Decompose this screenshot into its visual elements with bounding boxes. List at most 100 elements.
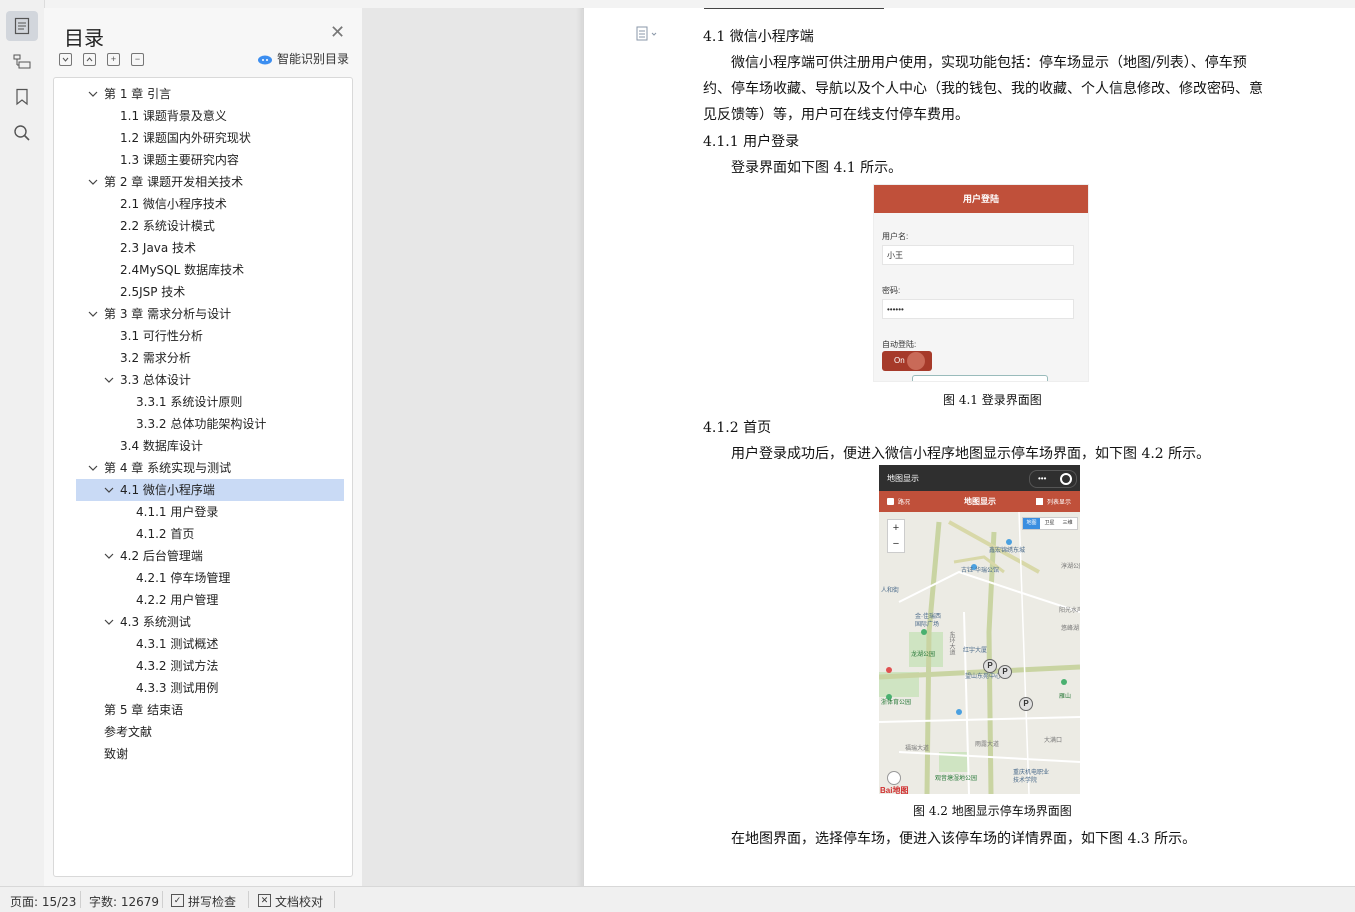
toc-item[interactable]: 4.2.2 用户管理 xyxy=(76,589,344,611)
word-count[interactable]: 字数: 12679 xyxy=(89,893,159,910)
nav-left-label: 路况 xyxy=(898,500,911,506)
toc-item-label: 4.1.1 用户登录 xyxy=(136,505,219,519)
toc-item-label: 4.1.2 首页 xyxy=(136,527,195,541)
toc-item[interactable]: 3.3 总体设计 xyxy=(76,369,344,391)
toc-item[interactable]: 2.1 微信小程序技术 xyxy=(76,193,344,215)
toc-item[interactable]: 1.3 课题主要研究内容 xyxy=(76,149,344,171)
toc-item-label: 1.1 课题背景及意义 xyxy=(120,109,227,123)
toc-item-label: 1.3 课题主要研究内容 xyxy=(120,153,239,167)
toc-item[interactable]: 2.5JSP 技术 xyxy=(76,281,344,303)
chevron-down-icon[interactable] xyxy=(104,479,114,501)
toc-item[interactable]: 参考文献 xyxy=(76,721,344,743)
toc-item[interactable]: 第 4 章 系统实现与测试 xyxy=(76,457,344,479)
close-icon[interactable]: ✕ xyxy=(330,22,345,43)
toc-item[interactable]: 第 5 章 结束语 xyxy=(76,699,344,721)
mode-satellite: 卫星 xyxy=(1044,520,1055,526)
map-label: 浙体育公园 xyxy=(881,700,912,706)
toc-item[interactable]: 第 3 章 需求分析与设计 xyxy=(76,303,344,325)
workspace-background xyxy=(362,8,582,886)
toc-item-label: 4.2.1 停车场管理 xyxy=(136,571,231,585)
parking-marker: P xyxy=(998,665,1012,679)
toc-item[interactable]: 3.2 需求分析 xyxy=(76,347,344,369)
heading-4-1-2: 4.1.2 首页 xyxy=(703,420,772,436)
toc-item-label: 2.4MySQL 数据库技术 xyxy=(120,263,245,277)
doc-proof-icon[interactable]: ✕ xyxy=(258,894,271,907)
expand-up-icon[interactable] xyxy=(83,53,96,66)
spell-check-button[interactable]: 拼写检查 xyxy=(188,893,236,910)
toc-item[interactable]: 3.3.2 总体功能架构设计 xyxy=(76,413,344,435)
login-screenshot-figure: 用户登陆 用户名: 小王 密码: •••••• 自动登陆: On xyxy=(873,184,1089,382)
toc-item[interactable]: 4.1.1 用户登录 xyxy=(76,501,344,523)
map-label: 雁山 xyxy=(1059,694,1072,700)
add-level-icon[interactable]: + xyxy=(107,53,120,66)
auto-login-label: 自动登陆: xyxy=(882,340,917,349)
doc-proof-button[interactable]: 文档校对 xyxy=(275,893,323,910)
toc-item[interactable]: 4.2 后台管理端 xyxy=(76,545,344,567)
toc-item[interactable]: 4.1.2 首页 xyxy=(76,523,344,545)
chevron-down-icon[interactable] xyxy=(104,545,114,567)
toc-item-label: 4.3.2 测试方法 xyxy=(136,659,219,673)
password-field: •••••• xyxy=(882,299,1074,319)
navigation-rail xyxy=(0,0,45,886)
map-label: 大满口 xyxy=(1044,738,1063,744)
toc-item-selected[interactable]: 4.1 微信小程序端 xyxy=(76,479,344,501)
toc-item[interactable]: 1.1 课题背景及意义 xyxy=(76,105,344,127)
paragraph-marker[interactable] xyxy=(636,26,660,45)
toc-item[interactable]: 2.2 系统设计模式 xyxy=(76,215,344,237)
toc-item[interactable]: 4.3.2 测试方法 xyxy=(76,655,344,677)
capsule-menu: ••• xyxy=(1029,470,1077,488)
chapter-nav-button[interactable] xyxy=(6,46,38,76)
chevron-down-icon[interactable] xyxy=(88,457,98,479)
clipped-heading xyxy=(704,8,904,10)
list-icon xyxy=(1036,498,1043,505)
toc-item[interactable]: 4.3.3 测试用例 xyxy=(76,677,344,699)
toc-item[interactable]: 2.4MySQL 数据库技术 xyxy=(76,259,344,281)
toc-item[interactable]: 2.3 Java 技术 xyxy=(76,237,344,259)
traffic-icon xyxy=(887,498,894,505)
locate-icon xyxy=(887,771,901,785)
toc-item[interactable]: 4.3 系统测试 xyxy=(76,611,344,633)
toc-item-label: 4.3 系统测试 xyxy=(120,615,191,629)
username-label: 用户名: xyxy=(882,232,909,241)
chevron-down-icon[interactable] xyxy=(88,303,98,325)
map-label: 国际广场 xyxy=(915,622,940,628)
toc-item[interactable]: 1.2 课题国内外研究现状 xyxy=(76,127,344,149)
spell-check-icon[interactable]: ✓ xyxy=(171,894,184,907)
toc-item[interactable]: 4.2.1 停车场管理 xyxy=(76,567,344,589)
toc-panel-button[interactable] xyxy=(6,11,38,41)
chevron-down-icon[interactable] xyxy=(104,369,114,391)
toc-item[interactable]: 4.3.1 测试概述 xyxy=(76,633,344,655)
search-button[interactable] xyxy=(6,118,38,148)
toc-item-label: 第 1 章 引言 xyxy=(104,87,172,101)
toc-item[interactable]: 3.3.1 系统设计原则 xyxy=(76,391,344,413)
map-label: 淳湖公园 xyxy=(1061,564,1080,570)
collapse-all-icon[interactable] xyxy=(59,53,72,66)
map-screenshot-figure: 地图显示 ••• 路况 地图显示 列表显示 地图 卫星 三维 + − 鑫宏锦绣东… xyxy=(879,465,1080,794)
toc-item[interactable]: 3.4 数据库设计 xyxy=(76,435,344,457)
login-title-bar: 用户登陆 xyxy=(874,185,1088,213)
page-count[interactable]: 页面: 15/23 xyxy=(10,893,76,910)
document-page[interactable]: 4.1 微信小程序端 微信小程序端可供注册用户使用，实现功能包括：停车场显示（地… xyxy=(584,8,1355,886)
map-title: 地图显示 xyxy=(887,474,919,483)
toc-item-label: 致谢 xyxy=(104,747,129,761)
toc-item-label: 第 5 章 结束语 xyxy=(104,703,184,717)
map-label: 观音塘湿地公园 xyxy=(935,776,978,782)
map-nav-bar: 路况 地图显示 列表显示 xyxy=(879,491,1080,512)
bookmark-button[interactable] xyxy=(6,82,38,112)
toc-item[interactable]: 第 2 章 课题开发相关技术 xyxy=(76,171,344,193)
smart-toc-button[interactable]: 智能识别目录 xyxy=(257,50,349,67)
chevron-down-icon[interactable] xyxy=(88,83,98,105)
ai-cloud-icon xyxy=(258,55,272,64)
paragraph-line: 在地图界面，选择停车场，便进入该停车场的详情界面，如下图 4.3 所示。 xyxy=(731,831,1197,847)
chevron-down-icon[interactable] xyxy=(88,171,98,193)
document-outline-icon xyxy=(14,17,30,35)
toc-item[interactable]: 第 1 章 引言 xyxy=(76,83,344,105)
paragraph-line: 约、停车场收藏、导航以及个人中心（我的钱包、我的收藏、个人信息修改、修改密码、意 xyxy=(703,81,1263,97)
username-field: 小王 xyxy=(882,245,1074,265)
toc-item[interactable]: 致谢 xyxy=(76,743,344,765)
remove-level-icon[interactable]: − xyxy=(131,53,144,66)
figure-caption-4-2: 图 4.2 地图显示停车场界面图 xyxy=(913,804,1072,818)
zoom-in-icon: + xyxy=(892,522,900,534)
toc-item[interactable]: 3.1 可行性分析 xyxy=(76,325,344,347)
chevron-down-icon[interactable] xyxy=(104,611,114,633)
